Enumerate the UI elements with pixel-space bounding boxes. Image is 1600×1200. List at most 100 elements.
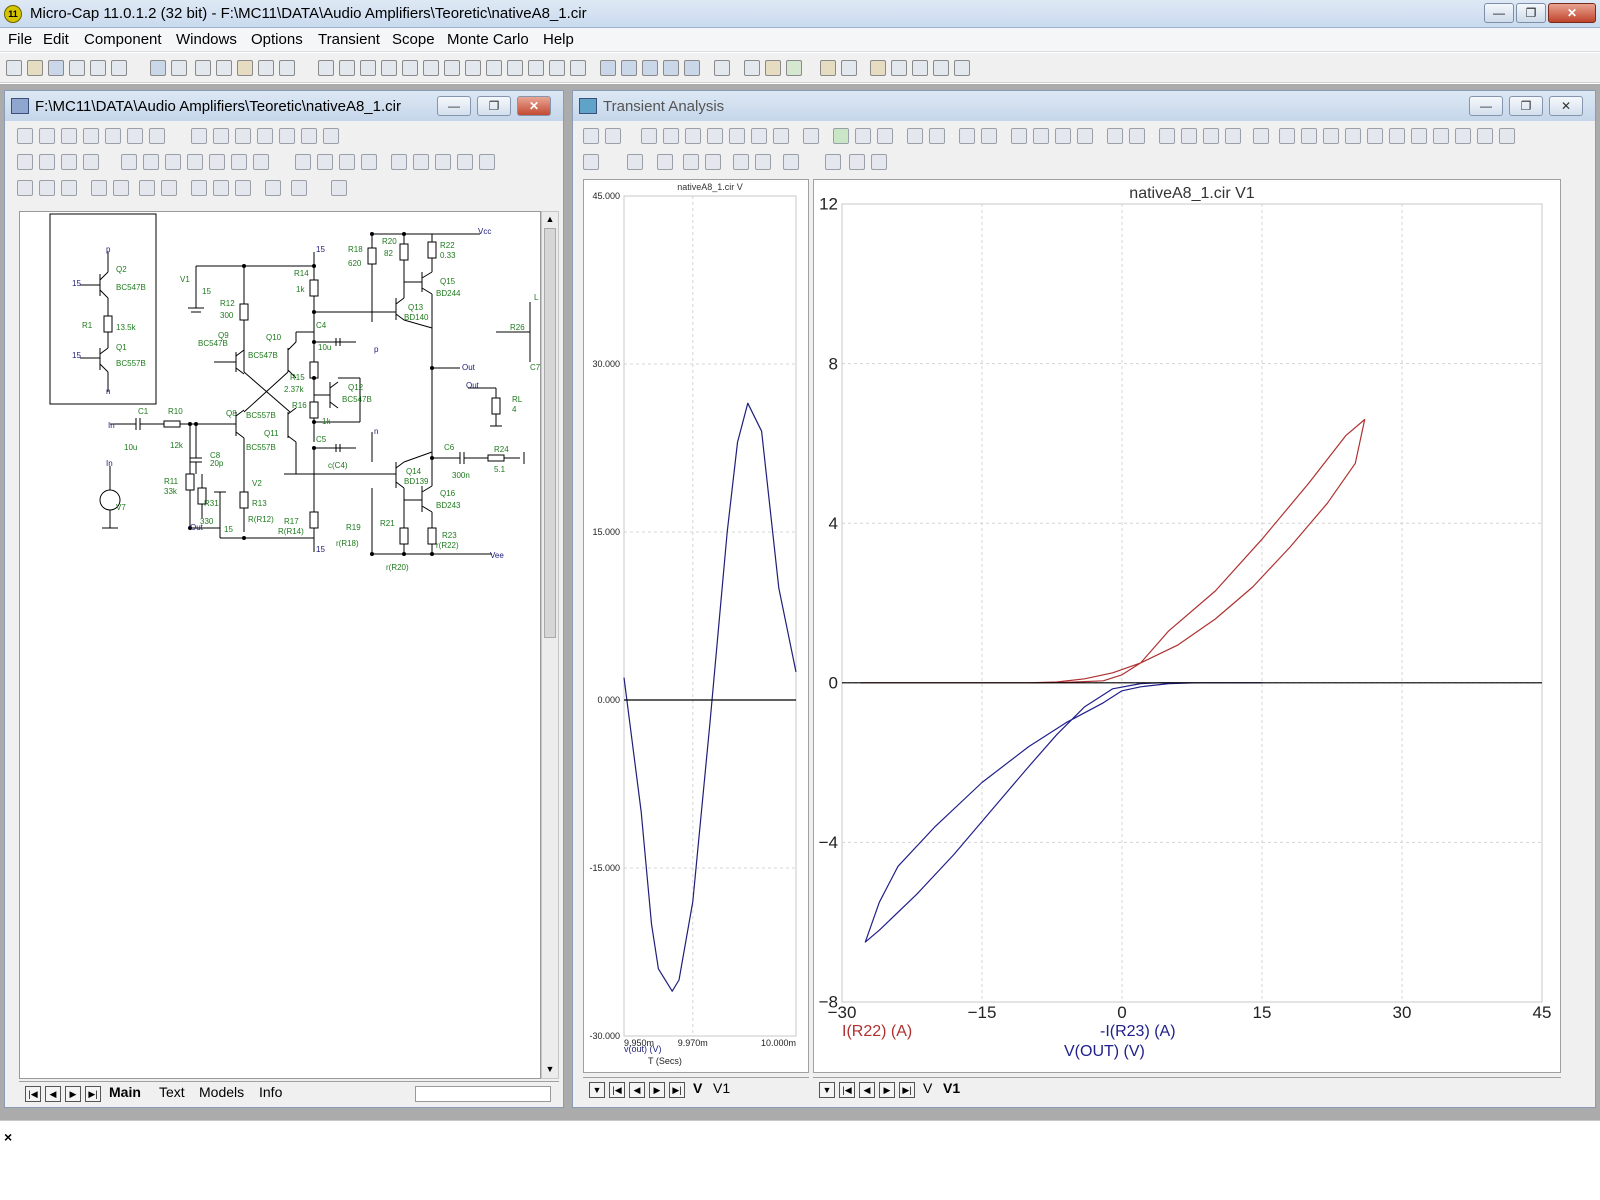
tab-models[interactable]: Models	[199, 1084, 244, 1100]
stepping-icon[interactable]	[907, 128, 923, 144]
scale-icon[interactable]	[641, 128, 657, 144]
title-block-icon[interactable]	[317, 154, 333, 170]
plot2-last-icon[interactable]: ▶|	[899, 1082, 915, 1098]
limits-icon[interactable]	[803, 128, 819, 144]
tile-6-icon[interactable]	[1129, 128, 1145, 144]
plot-next-icon[interactable]: ▶	[649, 1082, 665, 1098]
delete-icon[interactable]	[258, 60, 274, 76]
components-dropdown-icon[interactable]	[149, 128, 165, 144]
performance-tag-icon[interactable]	[751, 128, 767, 144]
layout-dropdown-icon[interactable]	[291, 180, 307, 196]
transfer-plot-panel[interactable]: nativeA8_1.cir V1 −30 −15 0 15 30 45 12 8 4 0 −4 −8 I…	[813, 179, 1561, 1073]
ground-icon[interactable]	[318, 60, 334, 76]
npn-icon[interactable]	[423, 60, 439, 76]
new-file-icon[interactable]	[6, 60, 22, 76]
flash-icon[interactable]	[165, 154, 181, 170]
attributes-icon[interactable]	[361, 154, 377, 170]
select-all-icon[interactable]	[279, 60, 295, 76]
point-to-point-icon[interactable]	[279, 128, 295, 144]
select-icon[interactable]	[583, 128, 599, 144]
plot-text-icon[interactable]	[773, 128, 789, 144]
open-file-icon[interactable]	[27, 60, 43, 76]
plot2-prev-icon[interactable]: ◀	[859, 1082, 875, 1098]
status-close-icon[interactable]: ×	[4, 1129, 12, 1145]
peak-icon[interactable]	[1159, 128, 1175, 144]
graphics-icon[interactable]	[105, 128, 121, 144]
sine-source-icon[interactable]	[549, 60, 565, 76]
inductor-icon[interactable]	[381, 60, 397, 76]
binoculars-icon[interactable]	[39, 180, 55, 196]
warning-icon[interactable]	[231, 154, 247, 170]
run-icon[interactable]	[833, 128, 849, 144]
text-page-icon[interactable]	[61, 180, 77, 196]
zoom-fit-icon[interactable]	[235, 180, 251, 196]
pin-icon[interactable]	[191, 128, 207, 144]
pause-icon[interactable]	[877, 128, 893, 144]
plot-zoom-in-icon[interactable]	[733, 154, 749, 170]
scroll-up-icon[interactable]: ▲	[544, 214, 556, 226]
valley-icon[interactable]	[1181, 128, 1197, 144]
tab-plot-v[interactable]: V	[693, 1080, 702, 1096]
global-low-icon[interactable]	[1345, 128, 1361, 144]
tile-1-icon[interactable]	[1011, 128, 1027, 144]
inflection-icon[interactable]	[1301, 128, 1317, 144]
paste-plot-icon[interactable]	[871, 154, 887, 170]
pin-connections-icon[interactable]	[143, 154, 159, 170]
camera-icon[interactable]	[265, 180, 281, 196]
plot2-first-icon[interactable]: |◀	[839, 1082, 855, 1098]
menu-options[interactable]: Options	[251, 31, 303, 48]
show-all-icon[interactable]	[339, 154, 355, 170]
conditions-icon[interactable]	[121, 154, 137, 170]
cascade-icon[interactable]	[600, 60, 616, 76]
package-editor-icon[interactable]	[870, 60, 886, 76]
prev-data-icon[interactable]	[1477, 128, 1493, 144]
menu-monte-carlo[interactable]: Monte Carlo	[447, 31, 529, 48]
currents-icon[interactable]	[61, 154, 77, 170]
last-page-icon[interactable]: ▶|	[85, 1086, 101, 1102]
redo-icon[interactable]	[171, 60, 187, 76]
switch-icon[interactable]	[486, 60, 502, 76]
power-icon[interactable]	[83, 154, 99, 170]
prev-page-icon[interactable]: ◀	[45, 1086, 61, 1102]
bottom-icon[interactable]	[1389, 128, 1405, 144]
analysis-icon[interactable]	[933, 60, 949, 76]
battery-icon[interactable]	[507, 60, 523, 76]
window-icon[interactable]	[684, 60, 700, 76]
low-icon[interactable]	[1225, 128, 1241, 144]
global-high-icon[interactable]	[1323, 128, 1339, 144]
scroll-down-icon[interactable]: ▼	[544, 1064, 556, 1076]
menu-component[interactable]: Component	[84, 31, 162, 48]
transient-close-button[interactable]: ✕	[1549, 96, 1583, 116]
cut-icon[interactable]	[195, 60, 211, 76]
page-icon[interactable]	[744, 60, 760, 76]
fit-x-icon[interactable]	[683, 154, 699, 170]
tile-horizontal-icon[interactable]	[642, 60, 658, 76]
plot-zoom-out-icon[interactable]	[755, 154, 771, 170]
analysis-limits-dropdown-icon[interactable]	[583, 154, 599, 170]
attribute-text-icon[interactable]	[323, 128, 339, 144]
tile-vertical-icon[interactable]	[621, 60, 637, 76]
mirror-icon[interactable]	[457, 154, 473, 170]
fit-y-icon[interactable]	[705, 154, 721, 170]
plot-prev-icon[interactable]: ◀	[629, 1082, 645, 1098]
restore-button[interactable]: ❐	[1516, 3, 1546, 23]
tile-3-icon[interactable]	[1055, 128, 1071, 144]
plot-layout-dropdown-icon[interactable]	[783, 154, 799, 170]
tile-5-icon[interactable]	[1107, 128, 1123, 144]
pnp-icon[interactable]	[444, 60, 460, 76]
tab-plot2-v1[interactable]: V1	[943, 1080, 960, 1096]
menu-scope[interactable]: Scope	[392, 31, 435, 48]
check-icon[interactable]	[187, 154, 203, 170]
transient-minimize-button[interactable]: —	[1469, 96, 1503, 116]
plot-tab-dropdown-icon[interactable]: ▼	[589, 1082, 605, 1098]
point-to-end-icon[interactable]	[257, 128, 273, 144]
tile-4-icon[interactable]	[1077, 128, 1093, 144]
top-icon[interactable]	[1367, 128, 1383, 144]
schematic-close-button[interactable]: ✕	[517, 96, 551, 116]
state-variables-icon[interactable]	[657, 154, 673, 170]
cancel-icon[interactable]	[113, 180, 129, 196]
bezier-wire-icon[interactable]	[83, 128, 99, 144]
plot-first-icon[interactable]: |◀	[609, 1082, 625, 1098]
rotate-icon[interactable]	[435, 154, 451, 170]
first-page-icon[interactable]: |◀	[25, 1086, 41, 1102]
